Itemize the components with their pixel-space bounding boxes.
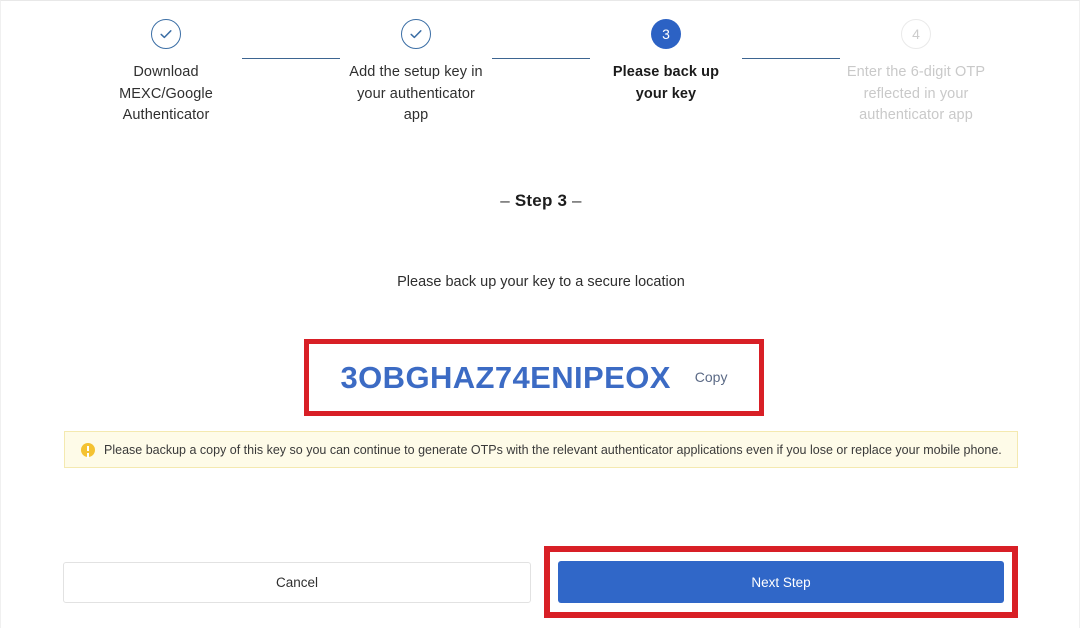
secret-key-value: 3OBGHAZ74ENIPEOX xyxy=(340,359,671,395)
secret-key-row: 3OBGHAZ74ENIPEOX Copy xyxy=(309,344,759,411)
stepper-step-2: Add the setup key in your authenticator … xyxy=(340,19,492,127)
stepper-step-4: 4 Enter the 6-digit OTP reflected in you… xyxy=(840,19,992,127)
next-step-highlight-box: Next Step xyxy=(544,546,1018,618)
backup-warning-banner: Please backup a copy of this key so you … xyxy=(64,431,1018,468)
cancel-button[interactable]: Cancel xyxy=(63,562,531,603)
stepper-step-1-label: Download MEXC/Google Authenticator xyxy=(119,64,213,123)
stepper-connector-1 xyxy=(242,58,340,59)
step-2-check-icon xyxy=(401,19,431,49)
stepper-step-4-label: Enter the 6-digit OTP reflected in your … xyxy=(846,64,986,123)
title-text: Step 3 xyxy=(514,191,568,210)
page-title: – Step 3 – xyxy=(1,191,1080,211)
stepper-step-1: Download MEXC/Google Authenticator xyxy=(90,19,242,127)
setup-stepper: Download MEXC/Google Authenticator Add t… xyxy=(1,19,1080,127)
warning-text: Please backup a copy of this key so you … xyxy=(104,442,1002,457)
copy-key-button[interactable]: Copy xyxy=(695,369,728,387)
secret-key-highlight-box: 3OBGHAZ74ENIPEOX Copy xyxy=(304,339,764,416)
step-1-check-icon xyxy=(151,19,181,49)
step-3-number-badge: 3 xyxy=(651,19,681,49)
title-dash-left: – xyxy=(500,191,510,210)
stepper-connector-3 xyxy=(742,58,840,59)
stepper-step-2-label: Add the setup key in your authenticator … xyxy=(349,64,483,123)
stepper-connector-2 xyxy=(492,58,590,59)
two-factor-setup-page: Download MEXC/Google Authenticator Add t… xyxy=(0,0,1080,628)
stepper-step-3: 3 Please back up your key xyxy=(590,19,742,105)
warning-icon xyxy=(81,442,95,457)
stepper-step-3-label: Please back up your key xyxy=(612,64,720,102)
next-step-button[interactable]: Next Step xyxy=(558,561,1004,603)
step-4-number-badge: 4 xyxy=(901,19,931,49)
page-subtitle: Please back up your key to a secure loca… xyxy=(397,274,685,290)
title-dash-right: – xyxy=(572,191,582,210)
